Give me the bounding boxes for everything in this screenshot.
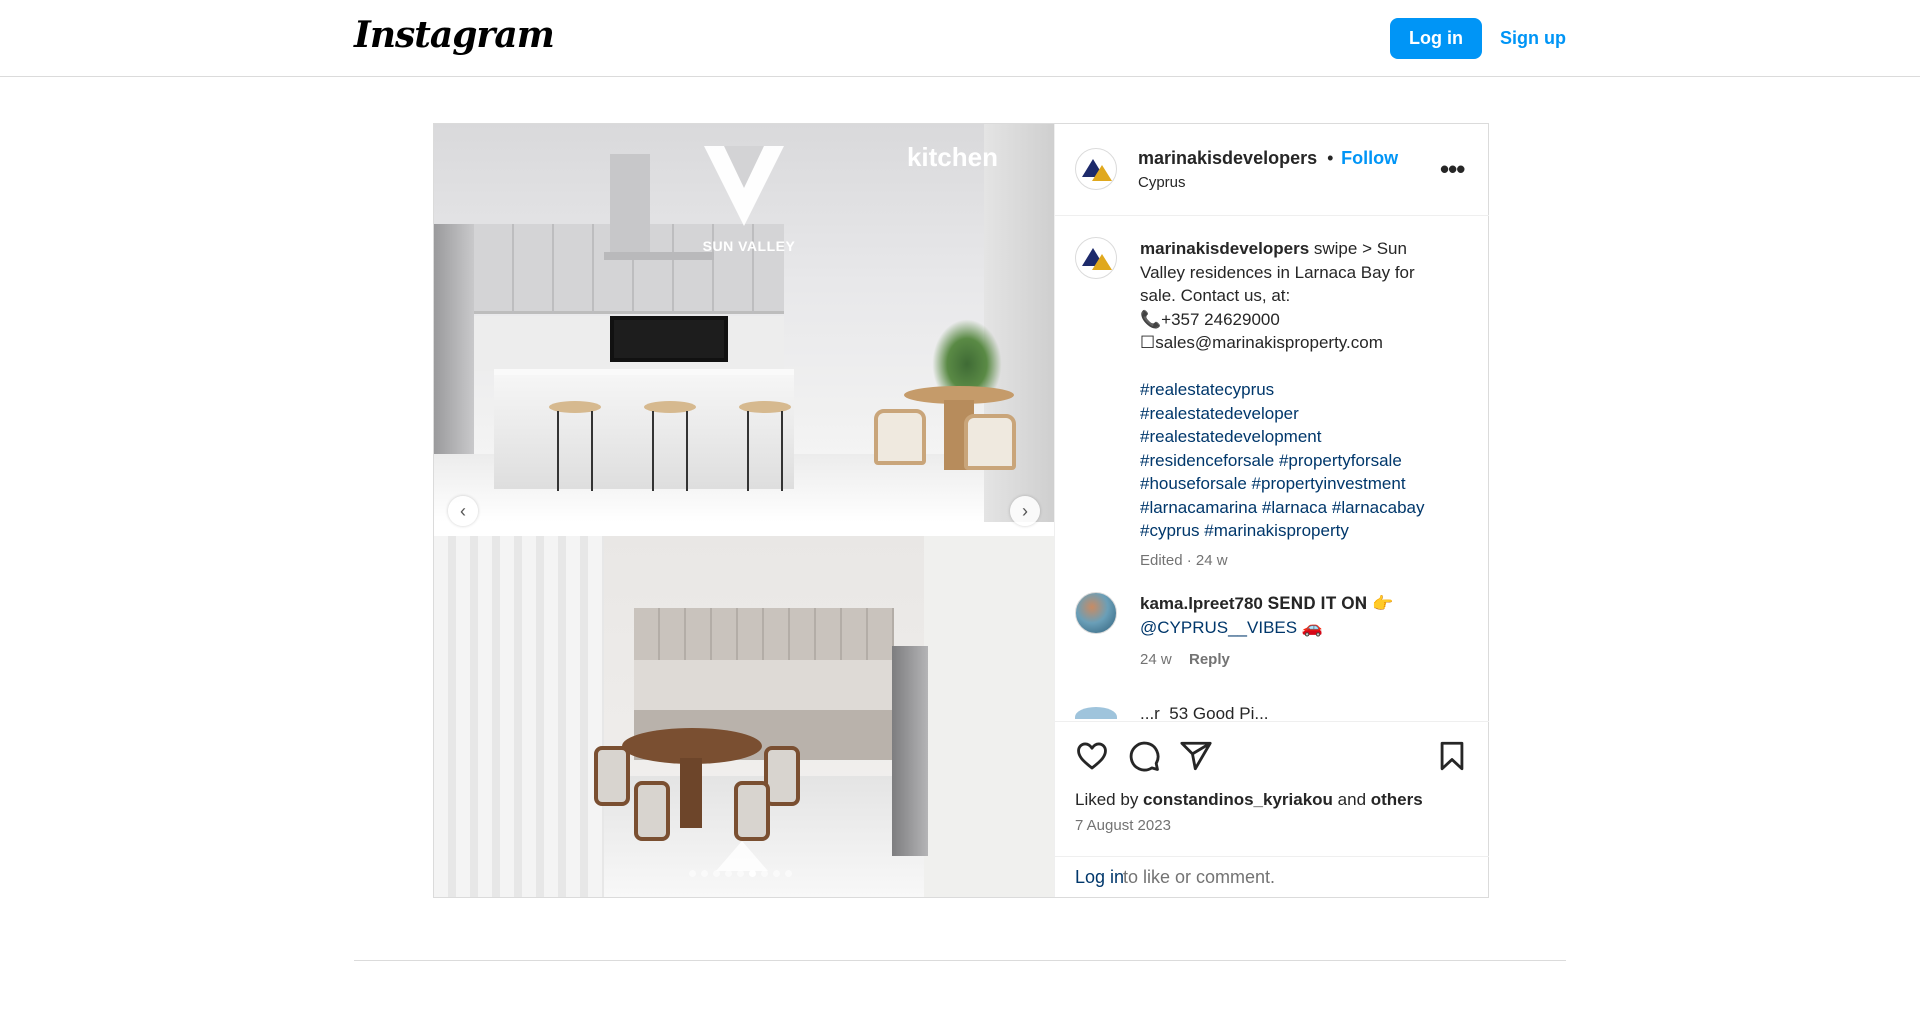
dining-kitchen-render-image xyxy=(434,536,1054,897)
hashtag[interactable]: #realestatecyprus xyxy=(1140,380,1274,399)
caption-email: ☐sales@marinakisproperty.com xyxy=(1140,333,1383,352)
hashtag[interactable]: #realestatedevelopment xyxy=(1140,427,1321,446)
author-avatar[interactable] xyxy=(1075,148,1117,190)
carousel-dot xyxy=(713,870,720,877)
post-date[interactable]: 7 August 2023 xyxy=(1075,817,1171,834)
hashtag[interactable]: #larnacamarina xyxy=(1140,498,1257,517)
post-sidebar: marinakisdevelopers • Follow Cyprus ••• … xyxy=(1054,124,1489,897)
post-media-carousel[interactable]: SUN VALLEY kitchen ‹ › xyxy=(434,124,1054,897)
login-link[interactable]: Log in xyxy=(1075,867,1124,888)
carousel-dot xyxy=(785,870,792,877)
carousel-next-button[interactable]: › xyxy=(1010,496,1040,526)
header-separator: • xyxy=(1327,148,1334,168)
like-heart-icon[interactable] xyxy=(1075,739,1109,773)
comment: kama.lpreet780 𝐒𝐄𝐍𝐃 𝐈𝐓 𝐎𝐍 👉 @CYPRUS__VIB… xyxy=(1140,592,1460,639)
more-options-icon[interactable]: ••• xyxy=(1440,154,1465,185)
carousel-dot xyxy=(749,870,756,877)
author-username[interactable]: marinakisdevelopers xyxy=(1138,148,1317,169)
image-room-label: kitchen xyxy=(906,142,998,172)
login-prompt: Log in to like or comment. xyxy=(1055,856,1489,898)
login-button[interactable]: Log in xyxy=(1390,18,1482,59)
carousel-dot xyxy=(737,870,744,877)
hashtag[interactable]: #marinakisproperty xyxy=(1204,521,1349,540)
carousel-prev-button[interactable]: ‹ xyxy=(448,496,478,526)
footer-divider xyxy=(354,960,1566,961)
post-card: SUN VALLEY kitchen ‹ › marinakisdevelope… xyxy=(433,123,1489,898)
carousel-dot xyxy=(761,870,768,877)
comments-section[interactable]: marinakisdevelopers swipe > Sun Valley r… xyxy=(1055,217,1489,719)
caption-phone: 📞+357 24629000 xyxy=(1140,309,1280,329)
likes-summary: Liked by constandinos_kyriakou and other… xyxy=(1075,790,1423,809)
carousel-dot xyxy=(701,870,708,877)
hashtag[interactable]: #larnacabay xyxy=(1332,498,1425,517)
comment-mention[interactable]: @CYPRUS__VIBES 🚗 xyxy=(1140,618,1323,637)
save-bookmark-icon[interactable] xyxy=(1435,739,1469,773)
hashtag[interactable]: #residenceforsale xyxy=(1140,451,1274,470)
watermark-logo xyxy=(716,841,768,871)
follow-button[interactable]: Follow xyxy=(1341,148,1398,169)
hashtag[interactable]: #realestatedeveloper xyxy=(1140,404,1299,423)
post-actions: Liked by constandinos_kyriakou and other… xyxy=(1055,721,1489,897)
signup-link[interactable]: Sign up xyxy=(1500,28,1566,49)
likers-others-link[interactable]: others xyxy=(1371,790,1423,809)
reply-button[interactable]: Reply xyxy=(1189,651,1230,668)
carousel-indicator xyxy=(689,870,792,877)
carousel-dot xyxy=(725,870,732,877)
hashtag[interactable]: #cyprus xyxy=(1140,521,1200,540)
caption-meta: Edited · 24 w xyxy=(1140,551,1228,569)
caption-username[interactable]: marinakisdevelopers xyxy=(1140,239,1309,258)
carousel-dot xyxy=(689,870,696,877)
liker-username[interactable]: constandinos_kyriakou xyxy=(1143,790,1333,809)
kitchen-render-image: SUN VALLEY kitchen xyxy=(434,124,1054,522)
brand-name: SUN VALLEY xyxy=(702,238,796,254)
plant xyxy=(932,319,1002,394)
comment-icon[interactable] xyxy=(1127,739,1161,773)
post-header: marinakisdevelopers • Follow Cyprus ••• xyxy=(1055,124,1489,216)
top-nav: Instagram Log in Sign up xyxy=(0,0,1920,77)
hashtag[interactable]: #propertyinvestment xyxy=(1252,474,1406,493)
commenter-avatar[interactable] xyxy=(1075,592,1117,634)
comment-text: 𝐒𝐄𝐍𝐃 𝐈𝐓 𝐎𝐍 👉 xyxy=(1267,594,1394,613)
caption-author-avatar[interactable] xyxy=(1075,237,1117,279)
sun-valley-logo: SUN VALLEY xyxy=(694,146,795,256)
hashtag[interactable]: #larnaca xyxy=(1262,498,1327,517)
next-comment-peek: ...r_53 Good Pi... xyxy=(1140,704,1269,719)
carousel-dot xyxy=(773,870,780,877)
login-prompt-text: to like or comment. xyxy=(1123,867,1276,887)
post-location[interactable]: Cyprus xyxy=(1138,174,1186,191)
comment-age: 24 w xyxy=(1140,651,1172,668)
hashtag[interactable]: #propertyforsale xyxy=(1279,451,1402,470)
next-commenter-avatar[interactable] xyxy=(1075,707,1117,719)
post-caption: marinakisdevelopers swipe > Sun Valley r… xyxy=(1140,237,1450,572)
share-icon[interactable] xyxy=(1179,739,1213,773)
comment-username[interactable]: kama.lpreet780 xyxy=(1140,594,1263,613)
instagram-logo[interactable]: Instagram xyxy=(354,14,555,56)
hashtag[interactable]: #houseforsale xyxy=(1140,474,1247,493)
